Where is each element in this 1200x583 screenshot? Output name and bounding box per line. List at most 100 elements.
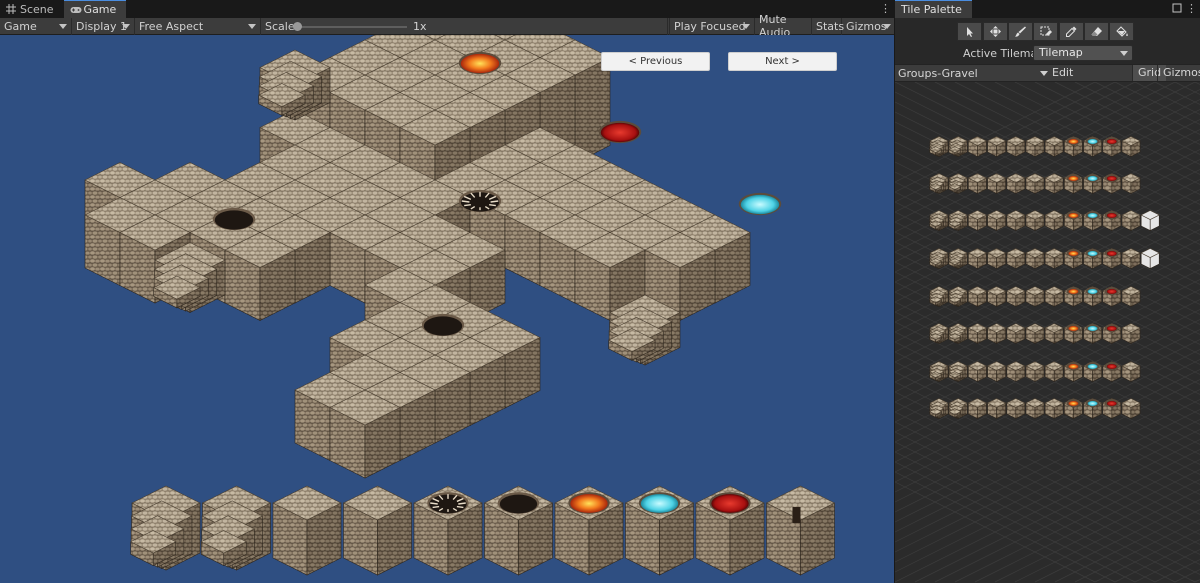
lava-pool (1068, 289, 1079, 294)
palette-block-tile (986, 398, 1007, 419)
tab-tile-palette[interactable]: Tile Palette (895, 0, 972, 18)
game-toolbar: Game Display 1 Free Aspect Scale 1x Play… (0, 13, 894, 39)
chevron-down-icon (742, 23, 750, 29)
picker-tool-button[interactable] (1059, 22, 1084, 41)
aspect-label: Free Aspect (139, 19, 204, 33)
pit-hole (423, 316, 463, 336)
stairs-block (928, 361, 949, 382)
palette-group-dropdown[interactable]: Groups-Gravel (898, 67, 978, 80)
water-pool (1087, 364, 1098, 369)
palette-block-tile (967, 361, 988, 382)
palette-block-tile (967, 136, 988, 157)
water-pool (1087, 401, 1098, 406)
select-tool-button[interactable] (957, 22, 982, 41)
palette-block-tile (1044, 136, 1064, 157)
gizmos-toggle[interactable]: Gizmos (1157, 65, 1200, 81)
game-viewport[interactable]: < Previous Next > (0, 35, 894, 583)
palette-more-icon[interactable]: ⋮ (1186, 3, 1197, 15)
chevron-down-icon (1120, 51, 1128, 56)
stairs-block (928, 398, 949, 419)
palette-block-tile (986, 136, 1007, 157)
grid-icon (6, 4, 16, 14)
stairs-block (948, 173, 968, 194)
active-tilemap-value: Tilemap (1039, 46, 1083, 59)
palette-block-tile (967, 210, 988, 231)
palette-block-tile (1006, 286, 1026, 307)
scale-slider-handle[interactable] (293, 21, 302, 31)
active-tilemap-dropdown[interactable]: Tilemap (1033, 45, 1133, 61)
doorway-opening (792, 507, 801, 523)
palette-block-tile (986, 286, 1007, 307)
palette-block-tile (1025, 173, 1045, 194)
map-tile (329, 389, 401, 479)
palette-tabbar: Tile Palette ⋮ (895, 0, 1200, 18)
palette-block-tile (1044, 248, 1064, 269)
select-icon (967, 27, 973, 37)
play-focused-dropdown[interactable]: Play Focused (669, 17, 755, 35)
palette-block-tile (1025, 286, 1045, 307)
brush-tool-button[interactable] (1008, 22, 1033, 41)
palette-white-tile (1140, 248, 1160, 269)
game-window: Scene Game ⋮ Game Display 1 Free Aspect (0, 0, 894, 583)
palette-block-tile (967, 323, 988, 344)
palette-block-tile (1025, 323, 1045, 344)
palette-block-tile (986, 361, 1007, 382)
box-fill-tool-button[interactable] (1033, 22, 1058, 41)
stats-toggle[interactable]: Stats (812, 17, 844, 35)
strip-block-tile (342, 485, 413, 576)
edit-button[interactable]: Edit (1047, 65, 1078, 81)
palette-white-tile (1140, 210, 1160, 231)
palette-block-tile (1006, 398, 1026, 419)
aspect-dropdown[interactable]: Free Aspect (135, 17, 261, 35)
display-mode-dropdown[interactable]: Game (0, 17, 72, 35)
fill-tool-button[interactable] (1109, 22, 1134, 41)
palette-block-tile (1121, 323, 1141, 344)
scale-slider[interactable] (295, 25, 407, 28)
palette-block-tile (1006, 361, 1026, 382)
move-icon (990, 26, 1001, 37)
palette-block-tile (1025, 398, 1045, 419)
stairs-block (928, 248, 949, 269)
game-more-icon[interactable]: ⋮ (880, 3, 891, 15)
palette-block-tile (967, 248, 988, 269)
water-pool (1087, 176, 1098, 181)
tab-scene[interactable]: Scene (0, 0, 64, 18)
gizmos-dropdown[interactable]: Gizmos (842, 18, 894, 35)
tab-game[interactable]: Game (63, 0, 127, 18)
palette-tiles (895, 82, 1200, 583)
blood-pool (1106, 364, 1117, 369)
strip-block-tile (272, 485, 342, 576)
previous-button[interactable]: < Previous (601, 52, 710, 71)
palette-block-tile (1044, 173, 1064, 194)
display-label: Display 1 (76, 19, 128, 33)
lava-pool (570, 494, 608, 513)
palette-block-tile (1006, 210, 1026, 231)
display-dropdown[interactable]: Display 1 (72, 17, 135, 35)
tab-tile-palette-label: Tile Palette (901, 3, 962, 16)
lava-pool (1068, 326, 1079, 331)
move-tool-button[interactable] (983, 22, 1008, 41)
palette-tile-grid[interactable] (895, 82, 1200, 583)
palette-block-tile (1044, 398, 1064, 419)
blood-pool (1106, 176, 1117, 181)
gamepad-icon (70, 5, 82, 15)
mute-audio-toggle[interactable]: Mute Audio (755, 13, 812, 39)
picker-icon (1066, 26, 1077, 37)
stairs-block (200, 485, 272, 571)
palette-block-tile (1006, 323, 1026, 344)
palette-block-tile (986, 173, 1007, 194)
stairs-block (928, 136, 949, 157)
palette-block-tile (967, 286, 988, 307)
strip-doorway-tile (765, 485, 836, 576)
next-button[interactable]: Next > (728, 52, 837, 71)
eraser-tool-button[interactable] (1084, 22, 1109, 41)
dungeon-map (84, 35, 751, 479)
stairs-block (928, 210, 949, 231)
maximize-icon[interactable] (1172, 3, 1182, 13)
tab-game-label: Game (83, 3, 117, 16)
palette-block-tile (1121, 173, 1141, 194)
pit-hole (499, 494, 538, 514)
box-fill-icon (1040, 26, 1052, 36)
palette-block-tile (986, 210, 1007, 231)
scale-value: 1x (413, 19, 427, 33)
